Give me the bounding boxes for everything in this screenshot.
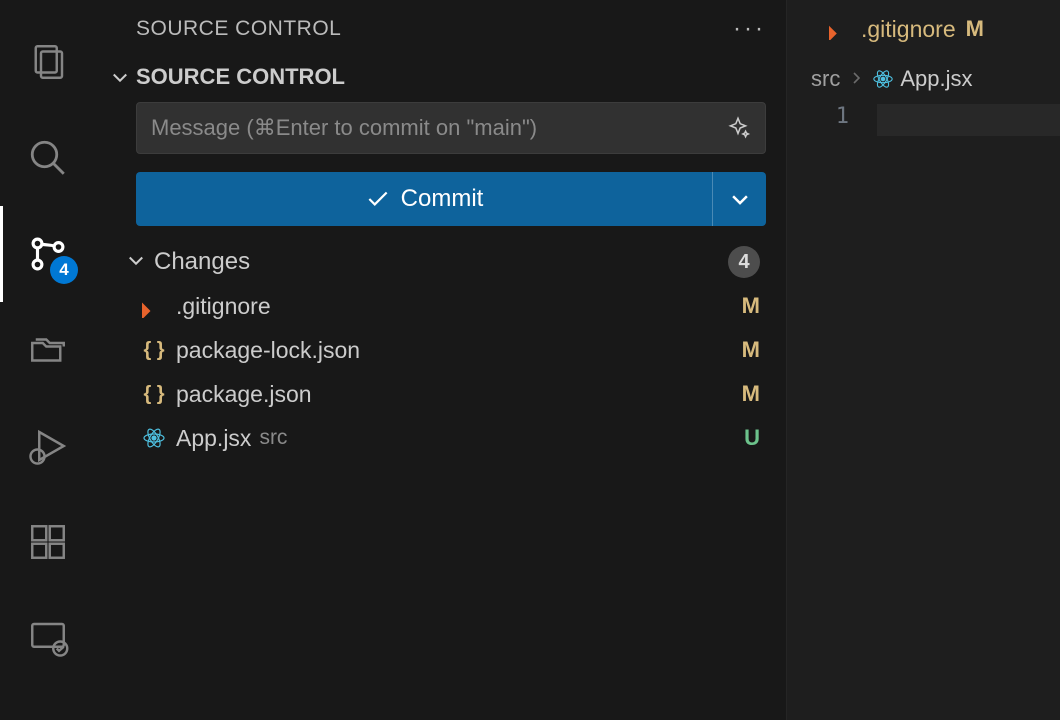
run-debug-icon[interactable]: [0, 398, 96, 494]
file-name: App.jsx: [176, 425, 251, 452]
react-file-icon: [142, 426, 166, 450]
extensions-icon[interactable]: [0, 494, 96, 590]
file-dir: src: [259, 426, 287, 450]
explorer-icon[interactable]: [0, 14, 96, 110]
chevron-down-icon: [108, 65, 132, 89]
chevron-right-icon: [848, 66, 864, 92]
commit-button-label: Commit: [401, 185, 484, 213]
scm-section-label: SOURCE CONTROL: [136, 64, 345, 90]
commit-message-input[interactable]: [151, 115, 725, 141]
file-status: U: [744, 425, 760, 451]
source-control-icon[interactable]: 4: [0, 206, 96, 302]
remote-icon[interactable]: [0, 590, 96, 686]
editor-tab[interactable]: .gitignore M: [811, 0, 1002, 58]
json-file-icon: { }: [142, 338, 166, 362]
file-status: M: [742, 381, 760, 407]
activity-bar: 4: [0, 0, 96, 720]
search-icon[interactable]: [0, 110, 96, 206]
scm-badge: 4: [50, 256, 78, 284]
breadcrumb[interactable]: src App.jsx: [787, 58, 1060, 100]
chevron-down-icon: [126, 250, 150, 274]
file-name: package.json: [176, 381, 312, 408]
file-name: .gitignore: [176, 293, 271, 320]
code-area[interactable]: [877, 104, 1060, 720]
breadcrumb-file: App.jsx: [900, 66, 972, 92]
file-status: M: [742, 337, 760, 363]
more-actions-icon[interactable]: ···: [733, 15, 766, 43]
changes-label: Changes: [154, 248, 728, 276]
tab-status: M: [966, 16, 984, 42]
breadcrumb-dir: src: [811, 66, 840, 92]
file-row[interactable]: { } package-lock.json M: [96, 328, 786, 372]
commit-button[interactable]: Commit: [136, 172, 712, 226]
editor-area: .gitignore M src App.jsx 1: [786, 0, 1060, 720]
commit-message-row: [136, 102, 766, 154]
commit-dropdown-button[interactable]: [712, 172, 766, 226]
git-file-icon: [142, 294, 166, 318]
file-name: package-lock.json: [176, 337, 360, 364]
folders-icon[interactable]: [0, 302, 96, 398]
changes-header[interactable]: Changes 4: [96, 226, 786, 284]
source-control-panel: SOURCE CONTROL ··· SOURCE CONTROL Commit: [96, 0, 786, 720]
active-line: [877, 104, 1060, 136]
react-file-icon: [872, 68, 894, 90]
tab-name: .gitignore: [861, 16, 956, 43]
git-file-icon: [829, 18, 851, 40]
editor-tabs: .gitignore M: [787, 0, 1060, 58]
scm-section-header[interactable]: SOURCE CONTROL: [96, 58, 786, 102]
file-row[interactable]: { } package.json M: [96, 372, 786, 416]
file-status: M: [742, 293, 760, 319]
file-row[interactable]: App.jsx src U: [96, 416, 786, 460]
line-number: 1: [787, 104, 849, 129]
line-gutter: 1: [787, 104, 877, 720]
changes-count-badge: 4: [728, 246, 760, 278]
json-file-icon: { }: [142, 382, 166, 406]
panel-title: SOURCE CONTROL: [136, 17, 733, 41]
sparkle-icon[interactable]: [725, 115, 751, 141]
file-row[interactable]: .gitignore M: [96, 284, 786, 328]
